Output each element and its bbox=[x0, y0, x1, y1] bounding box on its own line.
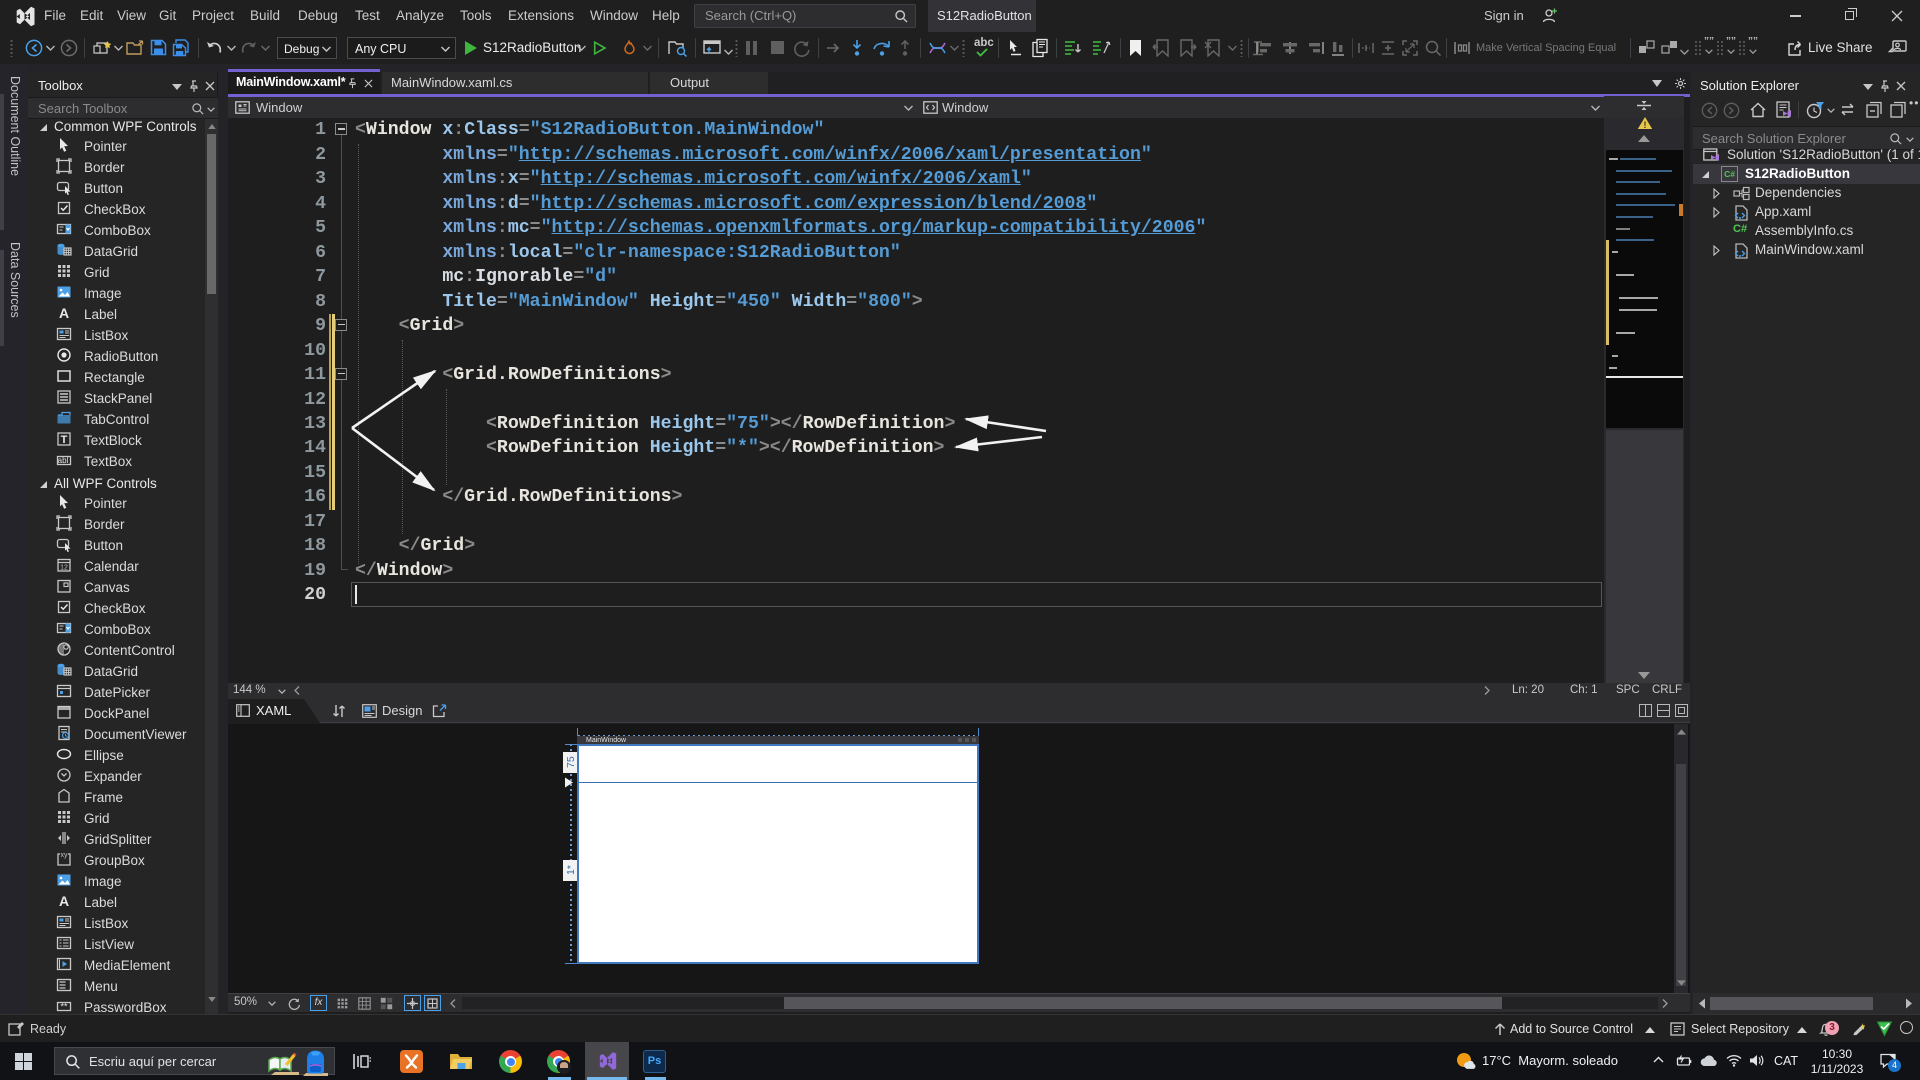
svg-text:xy: xy bbox=[61, 852, 69, 859]
svg-text:!: ! bbox=[1644, 120, 1647, 130]
svg-text:abl: abl bbox=[58, 456, 69, 465]
svg-text:A: A bbox=[59, 305, 69, 321]
svg-text:T: T bbox=[61, 434, 68, 446]
svg-text:**: ** bbox=[60, 1002, 68, 1012]
svg-text:A: A bbox=[59, 893, 69, 909]
svg-text:12: 12 bbox=[60, 565, 68, 572]
